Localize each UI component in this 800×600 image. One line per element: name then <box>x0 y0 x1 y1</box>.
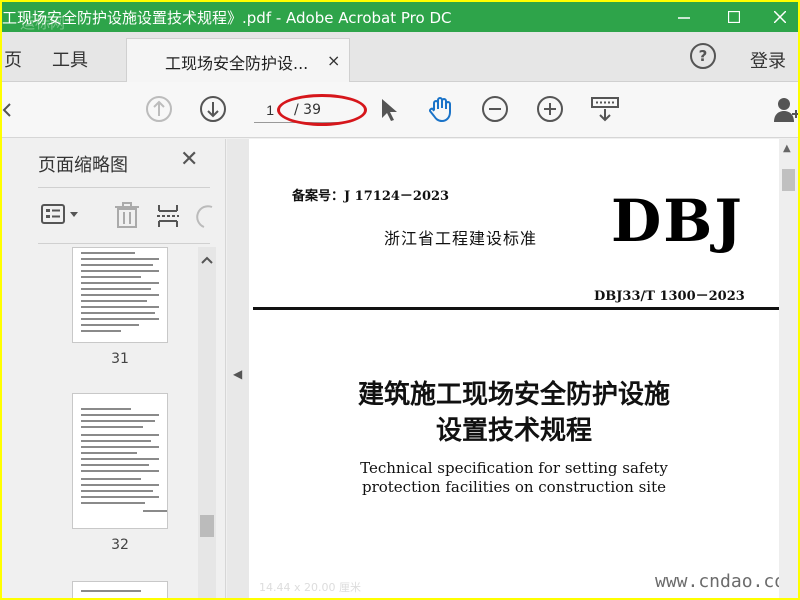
minimize-button[interactable] <box>664 2 704 32</box>
standard-category: 浙江省工程建设标准 <box>384 229 538 248</box>
delete-pages-button[interactable] <box>112 201 142 235</box>
window-title: 工现场安全防护设施设置技术规程》.pdf - Adobe Acrobat Pro… <box>2 9 452 27</box>
collapse-panel-button[interactable]: ◀ <box>227 139 249 598</box>
zoom-in-icon <box>537 96 563 122</box>
minimize-icon <box>678 17 690 19</box>
page-thumbnail-32[interactable] <box>72 393 168 529</box>
title-line-1: 建筑施工现场安全防护设施 <box>357 380 670 410</box>
tab-document[interactable]: 工现场安全防护设... × <box>126 38 350 83</box>
thumbnail-options-button[interactable] <box>40 201 84 233</box>
current-page-input[interactable] <box>254 99 274 121</box>
chevron-up-icon <box>201 256 213 264</box>
next-page-button[interactable] <box>198 94 228 124</box>
tab-bar: 页 工具 工现场安全防护设... × ? 登录 <box>2 32 798 83</box>
panel-divider <box>38 187 210 188</box>
scrollbar-thumb[interactable] <box>782 169 795 191</box>
login-button[interactable]: 登录 <box>750 47 786 73</box>
trash-icon <box>115 202 139 228</box>
page-thumbnails-panel: 页面缩略图 ✕ 31 32 <box>2 139 226 598</box>
close-window-button[interactable] <box>760 2 798 32</box>
maximize-button[interactable] <box>714 2 754 32</box>
scroll-mode-icon <box>591 97 619 122</box>
thumbnail-page-number: 32 <box>111 537 129 553</box>
up-arrow-icon <box>146 96 172 122</box>
highlight-annotation <box>277 94 367 126</box>
toolbar-left-overflow[interactable] <box>2 94 32 124</box>
select-tool-button[interactable] <box>374 94 404 124</box>
rotate-page-button[interactable] <box>196 201 216 235</box>
thumbnail-list: 31 32 <box>38 247 198 598</box>
select-cursor-icon <box>382 99 397 121</box>
document-tab-label: 工现场安全防护设... <box>165 54 309 73</box>
acrobat-window: 工现场安全防护设施设置技术规程》.pdf - Adobe Acrobat Pro… <box>2 2 798 598</box>
panel-title: 页面缩略图 <box>38 155 128 176</box>
help-button[interactable]: ? <box>690 43 716 69</box>
english-title-line-1: Technical specification for setting safe… <box>360 459 668 477</box>
maximize-icon <box>728 11 740 23</box>
page-thumbnail-31[interactable] <box>72 247 168 343</box>
close-panel-button[interactable]: ✕ <box>180 147 198 172</box>
tab-tools[interactable]: 工具 <box>52 46 88 72</box>
dbj-logo: DBJ <box>611 187 744 255</box>
scroll-mode-button[interactable] <box>590 94 620 124</box>
site-watermark: www.cndao.com <box>655 571 796 592</box>
page-size-readout: 14.44 x 20.00 厘米 <box>259 581 361 594</box>
close-tab-icon[interactable]: × <box>327 51 340 70</box>
chevron-left-icon <box>2 103 11 117</box>
zoom-out-button[interactable] <box>480 94 510 124</box>
document-title: 建筑施工现场安全防护设施 设置技术规程 <box>249 377 779 449</box>
close-icon <box>774 11 786 23</box>
rotate-icon <box>196 205 213 228</box>
document-scrollbar[interactable]: ▲ <box>779 139 798 598</box>
standard-code: DBJ33/T 1300－2023 <box>594 289 745 304</box>
hand-icon <box>429 97 451 122</box>
hand-tool-button[interactable] <box>426 94 456 124</box>
title-bar: 工现场安全防护设施设置技术规程》.pdf - Adobe Acrobat Pro… <box>2 2 798 32</box>
scrollbar-thumb[interactable] <box>200 515 214 537</box>
collapse-arrow-icon: ◀ <box>233 367 243 381</box>
previous-page-button[interactable] <box>144 94 174 124</box>
share-button[interactable] <box>772 94 798 124</box>
filing-number: 备案号：J 17124－2023 <box>292 189 450 204</box>
toolbar: / 39 <box>2 82 798 138</box>
insert-page-icon <box>157 205 179 227</box>
title-line-2: 设置技术规程 <box>435 416 592 446</box>
add-user-icon <box>774 98 798 122</box>
panel-divider <box>38 243 210 244</box>
down-arrow-icon <box>200 96 226 122</box>
zoom-out-icon <box>482 96 508 122</box>
page-thumbnail-33[interactable] <box>72 581 168 598</box>
scroll-up-icon[interactable]: ▲ <box>783 143 791 154</box>
header-rule <box>253 307 779 310</box>
thumbnail-options-icon <box>41 204 78 224</box>
document-view: 备案号：J 17124－2023 浙江省工程建设标准 DBJ DBJ33/T 1… <box>249 139 798 598</box>
thumbnail-scrollbar[interactable] <box>198 247 216 598</box>
english-title-line-2: protection facilities on construction si… <box>361 478 667 496</box>
insert-page-button[interactable] <box>155 201 185 235</box>
thumbnail-page-number: 31 <box>111 351 129 367</box>
watermark-logo: 运标网 <box>20 14 66 32</box>
pdf-page: 备案号：J 17124－2023 浙江省工程建设标准 DBJ DBJ33/T 1… <box>249 139 796 598</box>
zoom-in-button[interactable] <box>535 94 565 124</box>
tab-home[interactable]: 页 <box>4 46 22 72</box>
english-title: Technical specification for setting safe… <box>249 459 779 497</box>
